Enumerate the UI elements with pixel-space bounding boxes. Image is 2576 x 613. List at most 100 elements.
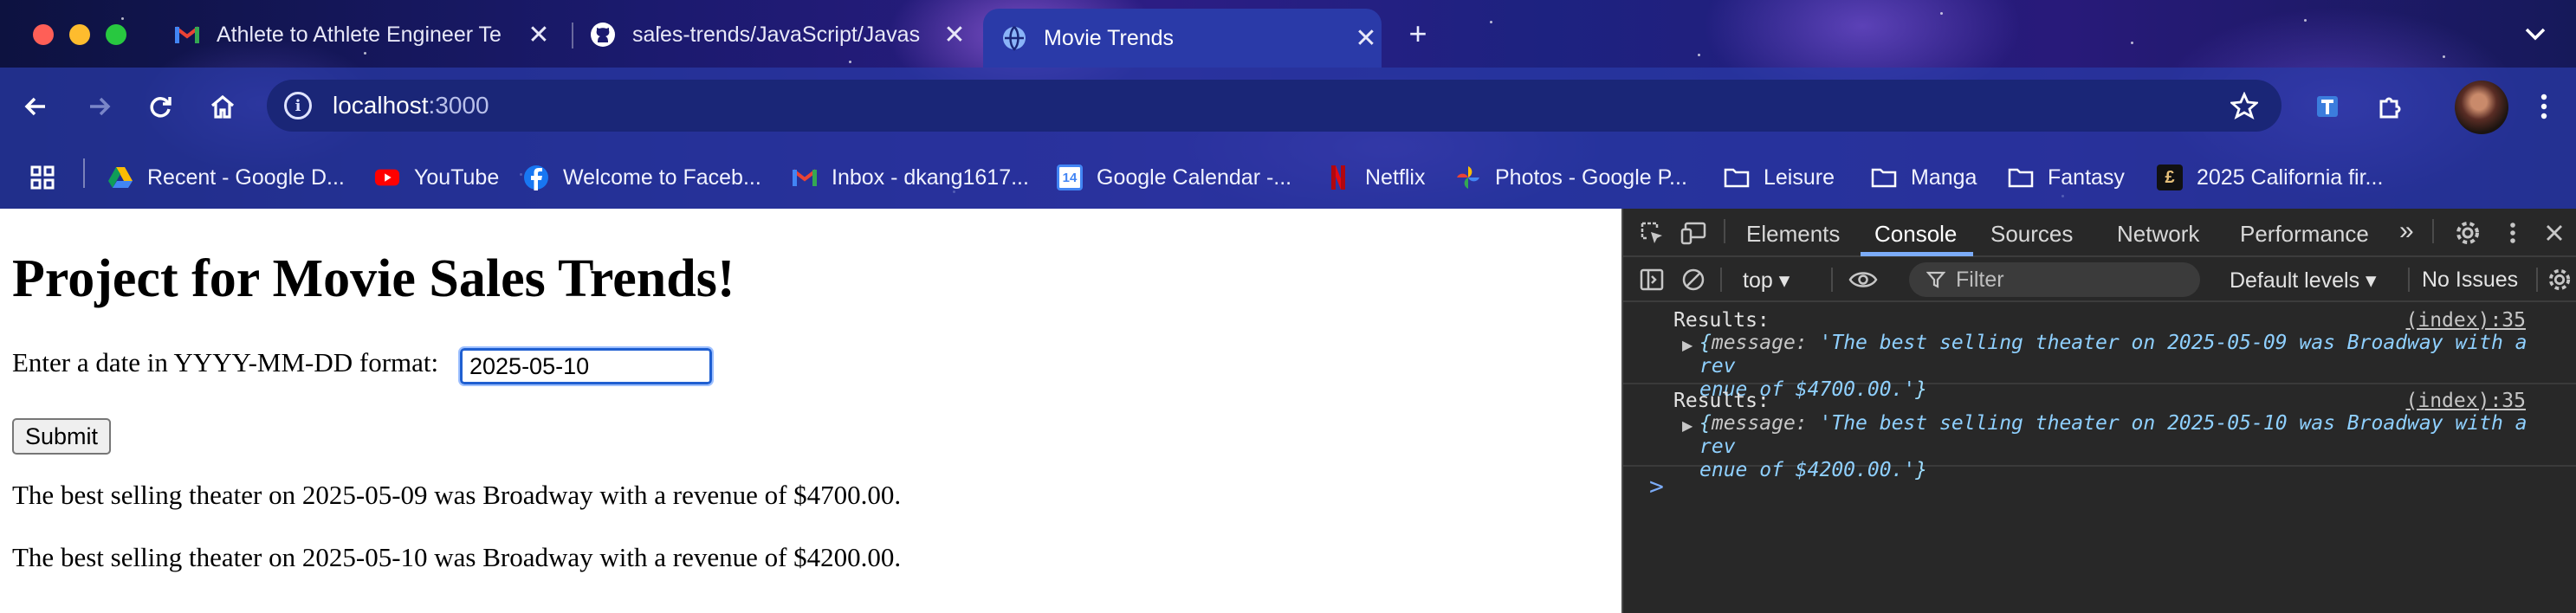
site-info-icon[interactable]: i <box>284 92 312 119</box>
youtube-icon <box>374 165 400 190</box>
browser-chrome: Athlete to Athlete Engineer Te ✕ sales-t… <box>0 0 2576 209</box>
bookmark-google-photos[interactable]: Photos - Google P... <box>1455 163 1687 192</box>
globe-icon <box>1000 24 1028 52</box>
log-source-link[interactable]: (index):35 <box>2406 390 2526 412</box>
tab-network[interactable]: Network <box>2117 221 2199 248</box>
forward-arrow-icon[interactable] <box>81 88 118 125</box>
issues-counter[interactable]: No Issues <box>2422 268 2518 293</box>
home-icon[interactable] <box>204 88 241 125</box>
log-label: Results: <box>1673 309 1770 332</box>
tab-gmail[interactable]: Athlete to Athlete Engineer Te ✕ <box>156 9 554 61</box>
log-object[interactable]: {message: 'The best selling theater on 2… <box>1699 412 2531 482</box>
back-arrow-icon[interactable] <box>17 88 54 125</box>
date-prompt-label: Enter a date in YYYY-MM-DD format: <box>12 347 439 377</box>
expand-caret-icon[interactable]: ▶ <box>1682 337 1693 354</box>
address-bar[interactable]: i localhost:3000 <box>267 80 2282 132</box>
bookmark-google-drive[interactable]: Recent - Google D... <box>107 163 345 192</box>
bookmark-folder-fantasy[interactable]: Fantasy <box>2008 163 2125 192</box>
bookmark-star-icon[interactable] <box>2226 87 2262 124</box>
more-tabs-button[interactable]: » <box>2399 216 2414 246</box>
date-input[interactable] <box>458 346 714 386</box>
bookmarks-bar: Recent - Google D... YouTube Welcome to … <box>0 145 2576 209</box>
toolbar-separator <box>1724 219 1725 243</box>
tab-movie-trends[interactable]: Movie Trends ✕ <box>983 9 1382 68</box>
devtools-tab-bar: Elements Console Sources Network Perform… <box>1623 209 2576 257</box>
gmail-icon <box>173 21 201 48</box>
extensions-puzzle-icon[interactable] <box>2372 88 2408 125</box>
reload-icon[interactable] <box>142 88 178 125</box>
tab-title: sales-trends/JavaScript/Javas <box>632 22 921 47</box>
bookmark-netflix[interactable]: Netflix <box>1325 163 1425 192</box>
close-devtools-icon[interactable] <box>2540 218 2569 248</box>
console-toolbar: top ▾ Filter Default levels ▾ No Issues <box>1623 257 2576 302</box>
console-filter-input[interactable]: Filter <box>1909 262 2200 297</box>
close-icon[interactable]: ✕ <box>523 20 554 50</box>
active-tab-indicator <box>1861 252 1973 256</box>
google-photos-icon <box>1455 165 1481 190</box>
toolbar-separator <box>2432 219 2434 243</box>
console-log-entry: Results: (index):35 ▶ {message: 'The bes… <box>1623 304 2576 401</box>
google-drive-icon <box>107 165 133 190</box>
bookmark-google-calendar[interactable]: 14 Google Calendar -... <box>1057 163 1291 192</box>
context-selector[interactable]: top ▾ <box>1743 268 1790 294</box>
maximize-window-button[interactable] <box>106 24 126 45</box>
filter-icon <box>1926 270 1945 289</box>
clear-console-icon[interactable] <box>1679 265 1708 294</box>
log-label: Results: <box>1673 390 1770 412</box>
browser-toolbar: i localhost:3000 <box>0 68 2576 145</box>
device-toolbar-icon[interactable] <box>1679 218 1708 248</box>
tab-performance[interactable]: Performance <box>2240 221 2369 248</box>
gmail-icon <box>792 165 818 190</box>
result-text: The best selling theater on 2025-05-10 w… <box>12 542 902 572</box>
bookmark-youtube[interactable]: YouTube <box>374 163 499 192</box>
netflix-icon <box>1325 165 1351 190</box>
apps-grid-icon[interactable] <box>29 163 55 192</box>
tab-elements[interactable]: Elements <box>1746 221 1840 248</box>
log-source-link[interactable]: (index):35 <box>2406 309 2526 332</box>
log-levels-dropdown[interactable]: Default levels ▾ <box>2230 268 2377 294</box>
profile-avatar[interactable] <box>2455 81 2508 134</box>
page-title: Project for Movie Sales Trends! <box>12 249 735 308</box>
devtools-panel: Elements Console Sources Network Perform… <box>1621 209 2576 613</box>
extension-icon[interactable] <box>2309 88 2346 125</box>
eye-icon[interactable] <box>1848 265 1878 294</box>
settings-gear-icon[interactable] <box>2453 218 2482 248</box>
sidebar-toggle-icon[interactable] <box>1637 265 1667 294</box>
tab-title: Movie Trends <box>1044 25 1175 50</box>
minimize-window-button[interactable] <box>69 24 90 45</box>
toolbar-separator <box>1720 268 1722 292</box>
close-icon[interactable]: ✕ <box>1350 23 1382 54</box>
close-icon[interactable]: ✕ <box>939 20 970 50</box>
tab-title: Athlete to Athlete Engineer Te <box>217 22 502 47</box>
tab-search-chevron-icon[interactable] <box>2517 16 2553 52</box>
bookmarks-separator <box>83 158 85 188</box>
address-url: localhost:3000 <box>333 92 489 119</box>
menu-icon[interactable] <box>2526 88 2562 125</box>
expand-caret-icon[interactable]: ▶ <box>1682 417 1693 435</box>
console-prompt[interactable]: > <box>1649 472 1664 500</box>
tab-github[interactable]: sales-trends/JavaScript/Javas ✕ <box>572 9 970 61</box>
new-tab-button[interactable]: + <box>1400 16 1436 52</box>
submit-button[interactable]: Submit <box>12 418 111 455</box>
more-options-icon[interactable] <box>2498 218 2527 248</box>
site-icon: £ <box>2157 165 2183 190</box>
tab-strip: Athlete to Athlete Engineer Te ✕ sales-t… <box>0 0 2576 68</box>
tab-console[interactable]: Console <box>1874 221 1957 248</box>
bookmark-folder-manga[interactable]: Manga <box>1871 163 1977 192</box>
bookmark-gmail-inbox[interactable]: Inbox - dkang1617... <box>792 163 1029 192</box>
folder-icon <box>1871 165 1897 190</box>
console-settings-gear-icon[interactable] <box>2545 265 2574 294</box>
console-log-entry: Results: (index):35 ▶ {message: 'The bes… <box>1623 386 2576 481</box>
bookmark-facebook[interactable]: Welcome to Faceb... <box>523 163 761 192</box>
folder-icon <box>2008 165 2034 190</box>
result-text: The best selling theater on 2025-05-09 w… <box>12 480 902 510</box>
bookmark-california-fire[interactable]: £ 2025 California fir... <box>2157 163 2383 192</box>
bookmark-folder-leisure[interactable]: Leisure <box>1724 163 1835 192</box>
inspect-element-icon[interactable] <box>1637 218 1667 248</box>
folder-icon <box>1724 165 1750 190</box>
facebook-icon <box>523 165 549 190</box>
tab-sources[interactable]: Sources <box>1990 221 2073 248</box>
toolbar-separator <box>2408 268 2410 292</box>
close-window-button[interactable] <box>33 24 54 45</box>
calendar-icon: 14 <box>1057 165 1083 190</box>
